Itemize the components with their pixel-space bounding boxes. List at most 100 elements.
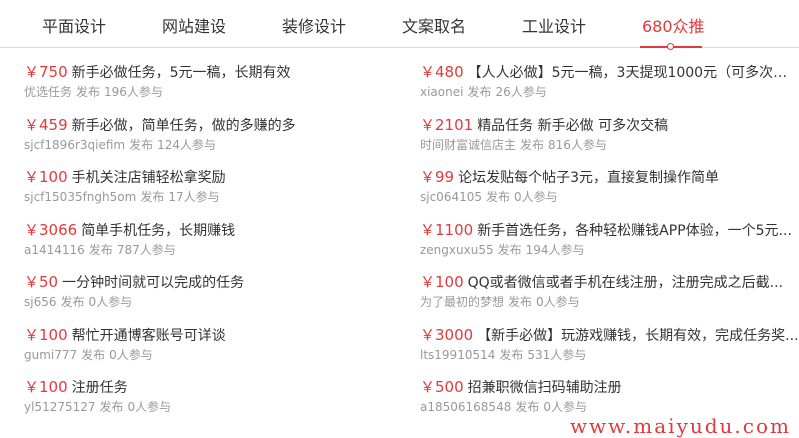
publish-label: 发布: [499, 347, 524, 362]
task-list-right: ￥480 【人人必做】5元一稿，3天提现1000元（可多次交... xiaonei 发…: [420, 62, 799, 430]
task-title[interactable]: 【人人必做】5元一稿，3天提现1000元（可多次交...: [468, 65, 799, 81]
task-reward: ￥3066: [24, 220, 78, 239]
participant-count: 26人参与: [495, 85, 547, 99]
task-title[interactable]: 一分钟时间就可以完成的任务: [62, 275, 244, 291]
task-item[interactable]: ￥459 新手必做，简单任务，做的多赚的多 sjcf1896r3qiefim 发布 12…: [24, 115, 404, 168]
publish-label: 发布: [486, 190, 511, 204]
task-title-line[interactable]: ￥2101 精品任务 新手必做 可多次交稿: [420, 115, 799, 136]
task-title[interactable]: 论坛发贴每个帖子3元，直接复制操作简单: [458, 170, 719, 186]
task-title-line[interactable]: ￥100 手机关注店铺轻松拿奖励: [24, 167, 404, 188]
tab-website-building[interactable]: 网站建设: [162, 13, 226, 37]
task-meta: xiaonei 发布 26人参与: [420, 83, 799, 101]
publish-label: 发布: [515, 400, 540, 414]
publish-label: 发布: [76, 85, 101, 99]
task-item[interactable]: ￥480 【人人必做】5元一稿，3天提现1000元（可多次交... xiaonei 发…: [420, 62, 799, 115]
task-reward: ￥3000: [420, 325, 474, 344]
tab-copywriting-naming[interactable]: 文案取名: [402, 13, 466, 37]
task-item[interactable]: ￥3066 简单手机任务，长期赚钱 a1414116 发布 787人参与: [24, 220, 404, 273]
tab-decoration-design[interactable]: 装修设计: [282, 13, 346, 37]
task-title[interactable]: 精品任务 新手必做 可多次交稿: [477, 118, 668, 134]
publish-label: 发布: [60, 295, 85, 309]
task-reward: ￥100: [24, 378, 68, 396]
task-title-line[interactable]: ￥3066 简单手机任务，长期赚钱: [24, 220, 404, 241]
task-list-left: ￥750 新手必做任务，5元一稿，长期有效 优选任务 发布 196人参与 ￥459 新手必做…: [24, 62, 404, 430]
task-publisher: sjcf15035fngh5om: [24, 190, 137, 204]
participant-count: 787人参与: [116, 242, 176, 257]
task-meta: 时间财富诚信店主 发布 816人参与: [420, 136, 799, 154]
participant-count: 17人参与: [168, 190, 220, 204]
participant-count: 816人参与: [548, 137, 607, 152]
task-item[interactable]: ￥99 论坛发贴每个帖子3元，直接复制操作简单 sjc064105 发布 0人参与: [420, 167, 799, 220]
watermark: www.maiyudu.com: [569, 414, 791, 438]
task-publisher: sjc064105: [420, 190, 482, 204]
task-meta: sjcf15035fngh5om 发布 17人参与: [24, 188, 404, 206]
task-publisher: sj656: [24, 295, 57, 309]
publish-label: 发布: [88, 242, 113, 257]
task-item[interactable]: ￥100 注册任务 yl51275127 发布 0人参与: [24, 377, 404, 430]
task-reward: ￥1100: [420, 220, 474, 239]
task-reward: ￥459: [24, 115, 68, 134]
task-title-line[interactable]: ￥480 【人人必做】5元一稿，3天提现1000元（可多次交...: [420, 62, 799, 83]
task-title-line[interactable]: ￥99 论坛发贴每个帖子3元，直接复制操作简单: [420, 167, 799, 188]
publish-label: 发布: [140, 190, 165, 204]
task-reward: ￥750: [24, 63, 68, 81]
tab-680-crowd-push[interactable]: 680众推: [642, 13, 705, 37]
tab-graphic-design[interactable]: 平面设计: [42, 13, 106, 37]
publish-label: 发布: [497, 242, 522, 257]
active-tab-marker: [667, 43, 674, 50]
category-tabs: 平面设计 网站建设 装修设计 文案取名 工业设计 680众推: [0, 0, 799, 50]
task-title[interactable]: 简单手机任务，长期赚钱: [81, 223, 235, 239]
task-title-line[interactable]: ￥3000 【新手必做】玩游戏赚钱，长期有效，完成任务奖...: [420, 325, 799, 346]
task-title[interactable]: 帮忙开通博客账号可详谈: [72, 328, 226, 344]
task-publisher: 优选任务: [24, 85, 73, 99]
task-publisher: zengxuxu55: [420, 242, 494, 257]
task-title-line[interactable]: ￥50 一分钟时间就可以完成的任务: [24, 272, 404, 293]
task-meta: a1414116 发布 787人参与: [24, 241, 404, 259]
task-title[interactable]: 手机关注店铺轻松拿奖励: [72, 170, 226, 186]
task-title-line[interactable]: ￥750 新手必做任务，5元一稿，长期有效: [24, 62, 404, 83]
task-reward: ￥50: [24, 273, 59, 291]
task-item[interactable]: ￥1100 新手首选任务，各种轻松赚钱APP体验，一个5元... zengxuxu5…: [420, 220, 799, 273]
task-item[interactable]: ￥100 QQ或者微信或者手机在线注册，注册完成之后截... 为了最初的梦想 发布 0人…: [420, 272, 799, 325]
task-publisher: a1414116: [24, 242, 85, 257]
task-meta: sjcf1896r3qiefim 发布 124人参与: [24, 136, 404, 154]
task-title[interactable]: QQ或者微信或者手机在线注册，注册完成之后截...: [468, 275, 783, 291]
participant-count: 0人参与: [514, 190, 558, 204]
task-reward: ￥100: [420, 273, 464, 291]
task-publisher: a18506168548: [420, 400, 512, 414]
task-title[interactable]: 新手必做任务，5元一稿，长期有效: [72, 65, 291, 81]
task-reward: ￥100: [24, 325, 68, 344]
task-publisher: lts19910514: [420, 347, 496, 362]
task-publisher: 时间财富诚信店主: [420, 137, 517, 152]
task-meta: gumi777 发布 0人参与: [24, 346, 404, 364]
task-item[interactable]: ￥750 新手必做任务，5元一稿，长期有效 优选任务 发布 196人参与: [24, 62, 404, 115]
task-title-line[interactable]: ￥1100 新手首选任务，各种轻松赚钱APP体验，一个5元...: [420, 220, 799, 241]
task-title[interactable]: 新手必做，简单任务，做的多赚的多: [72, 118, 296, 134]
task-title-line[interactable]: ￥100 注册任务: [24, 377, 404, 398]
publish-label: 发布: [520, 137, 545, 152]
task-title[interactable]: 招兼职微信扫码辅助注册: [468, 380, 622, 396]
task-item[interactable]: ￥2101 精品任务 新手必做 可多次交稿 时间财富诚信店主 发布 816人参与: [420, 115, 799, 168]
tab-industrial-design[interactable]: 工业设计: [522, 13, 586, 37]
task-title[interactable]: 新手首选任务，各种轻松赚钱APP体验，一个5元...: [477, 223, 792, 239]
task-title[interactable]: 注册任务: [72, 380, 128, 396]
task-title-line[interactable]: ￥459 新手必做，简单任务，做的多赚的多: [24, 115, 404, 136]
task-reward: ￥480: [420, 63, 464, 81]
participant-count: 194人参与: [525, 242, 585, 257]
publish-label: 发布: [81, 347, 106, 362]
task-meta: yl51275127 发布 0人参与: [24, 398, 404, 416]
task-reward: ￥100: [24, 168, 68, 186]
task-item[interactable]: ￥3000 【新手必做】玩游戏赚钱，长期有效，完成任务奖... lts1991051…: [420, 325, 799, 378]
participant-count: 0人参与: [88, 295, 133, 309]
task-item[interactable]: ￥50 一分钟时间就可以完成的任务 sj656 发布 0人参与: [24, 272, 404, 325]
task-publisher: yl51275127: [24, 400, 96, 414]
task-title-line[interactable]: ￥500 招兼职微信扫码辅助注册: [420, 377, 799, 398]
task-reward: ￥99: [420, 168, 455, 186]
task-item[interactable]: ￥100 手机关注店铺轻松拿奖励 sjcf15035fngh5om 发布 17人参与: [24, 167, 404, 220]
task-item[interactable]: ￥100 帮忙开通博客账号可详谈 gumi777 发布 0人参与: [24, 325, 404, 378]
task-title[interactable]: 【新手必做】玩游戏赚钱，长期有效，完成任务奖...: [477, 328, 798, 344]
participant-count: 0人参与: [127, 400, 172, 414]
task-title-line[interactable]: ￥100 帮忙开通博客账号可详谈: [24, 325, 404, 346]
task-title-line[interactable]: ￥100 QQ或者微信或者手机在线注册，注册完成之后截...: [420, 272, 799, 293]
task-meta: zengxuxu55 发布 194人参与: [420, 241, 799, 259]
